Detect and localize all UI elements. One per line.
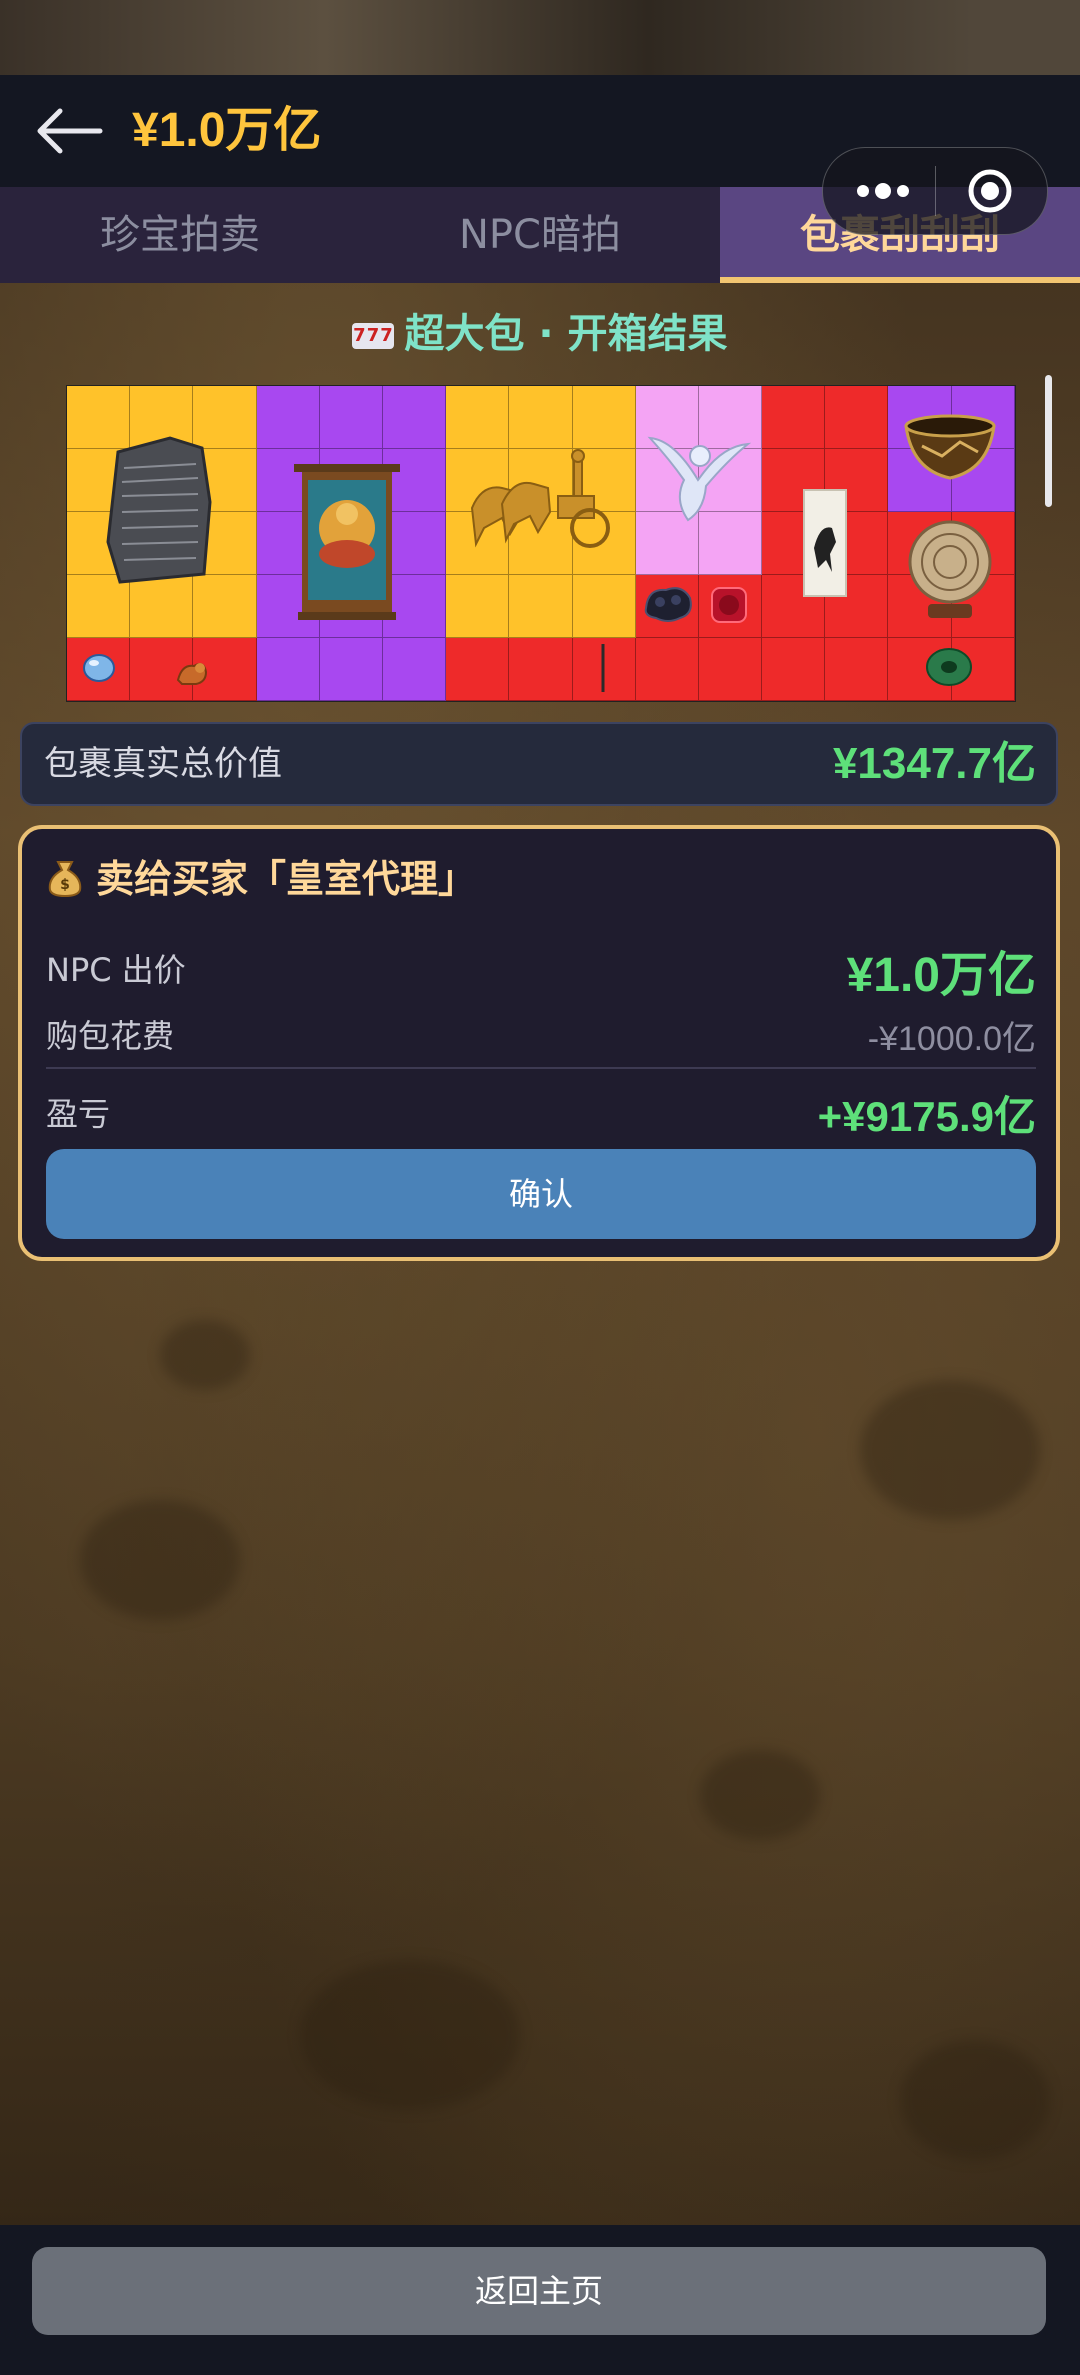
carved-disk-icon[interactable] <box>904 520 996 626</box>
horse-scroll-icon[interactable] <box>802 488 848 598</box>
cost-value: -¥1000.0亿 <box>867 1020 1036 1058</box>
return-home-button[interactable]: 返回主页 <box>32 2247 1046 2335</box>
black-dragon-figure-icon[interactable] <box>640 578 696 626</box>
cost-row: 购包花费 -¥1000.0亿 <box>46 1007 1036 1058</box>
cost-label: 购包花费 <box>46 1017 175 1055</box>
target-icon[interactable] <box>967 168 1013 214</box>
sell-title: $ 卖给买家「皇室代理」 <box>46 851 476 907</box>
result-title: 777 超大包 · 开箱结果 <box>0 306 1080 362</box>
rosetta-stone-icon[interactable] <box>100 432 216 588</box>
tab-treasure-auction[interactable]: 珍宝拍卖 <box>0 187 360 283</box>
sell-card: $ 卖给买家「皇室代理」 NPC 出价 ¥1.0万亿 购包花费 -¥1000.0… <box>18 825 1060 1261</box>
hairpin-icon[interactable] <box>596 642 610 694</box>
red-seal-icon[interactable] <box>708 584 750 626</box>
slot-machine-icon: 777 <box>352 323 395 349</box>
jade-bi-icon[interactable] <box>924 646 974 688</box>
porcelain-phoenix-icon[interactable] <box>644 420 754 530</box>
background-scene <box>0 0 1080 75</box>
blue-gem-icon[interactable] <box>82 652 116 684</box>
money-bag-icon: $ <box>48 861 82 898</box>
profit-row: 盈亏 +¥9175.9亿 <box>46 1081 1036 1140</box>
tab-npc-blind-auction[interactable]: NPC暗拍 <box>360 187 720 283</box>
back-arrow-icon[interactable] <box>34 102 104 160</box>
result-title-text: 超大包 · 开箱结果 <box>404 311 728 357</box>
svg-text:$: $ <box>60 877 70 893</box>
profit-value: +¥9175.9亿 <box>817 1093 1036 1140</box>
npc-offer-label: NPC 出价 <box>46 951 186 989</box>
scrollbar[interactable] <box>1045 375 1052 507</box>
golden-chariot-icon[interactable] <box>462 448 618 558</box>
npc-offer-row: NPC 出价 ¥1.0万亿 <box>46 935 1036 1002</box>
parcel-total-value: 包裹真实总价值 ¥1347.7亿 <box>20 722 1058 806</box>
row-divider <box>46 1067 1036 1069</box>
mini-program-capsule <box>822 147 1048 235</box>
capsule-divider <box>935 166 936 216</box>
more-dots-icon[interactable] <box>853 174 913 208</box>
npc-offer-value: ¥1.0万亿 <box>846 949 1036 1002</box>
confirm-button[interactable]: 确认 <box>46 1149 1036 1239</box>
profit-label: 盈亏 <box>46 1095 111 1133</box>
total-value-label: 包裹真实总价值 <box>44 744 282 784</box>
sell-title-text: 卖给买家「皇室代理」 <box>96 857 477 901</box>
bronze-bowl-icon[interactable] <box>902 406 998 486</box>
jade-tiger-icon[interactable] <box>172 650 212 690</box>
total-value-amount: ¥1347.7亿 <box>832 739 1036 788</box>
thangka-painting-icon[interactable] <box>290 458 404 628</box>
bottom-bar: 返回主页 <box>0 2225 1080 2375</box>
balance-amount: ¥1.0万亿 <box>132 104 322 157</box>
